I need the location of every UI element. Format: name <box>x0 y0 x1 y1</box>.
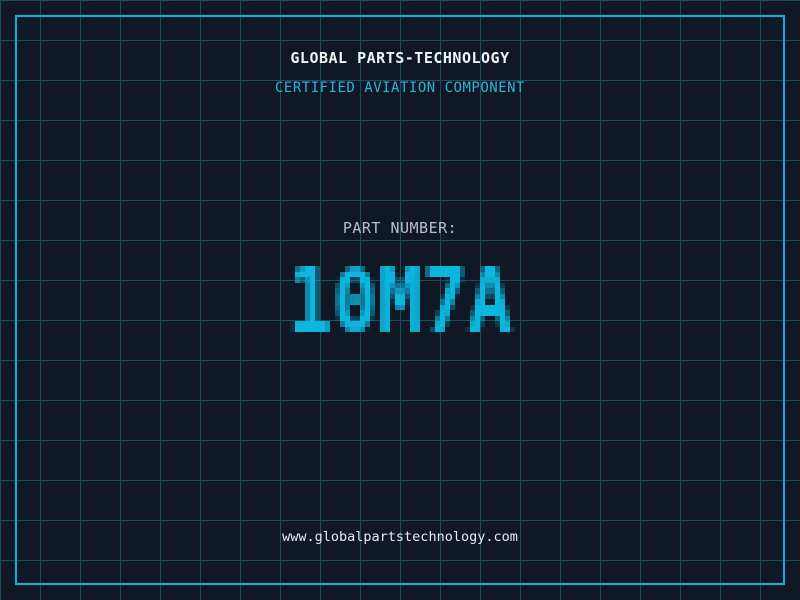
part-number-label: PART NUMBER: <box>342 219 458 237</box>
part-number-display <box>280 255 520 354</box>
website-url: www.globalpartstechnology.com <box>282 529 518 545</box>
aviation-part-label: GLOBAL PARTS-TECHNOLOGY CERTIFIED AVIATI… <box>0 0 800 600</box>
certification-text: CERTIFIED AVIATION COMPONENT <box>274 80 525 96</box>
part-number-text: 10M7A <box>0 0 1 1</box>
company-name: GLOBAL PARTS-TECHNOLOGY <box>290 49 510 67</box>
